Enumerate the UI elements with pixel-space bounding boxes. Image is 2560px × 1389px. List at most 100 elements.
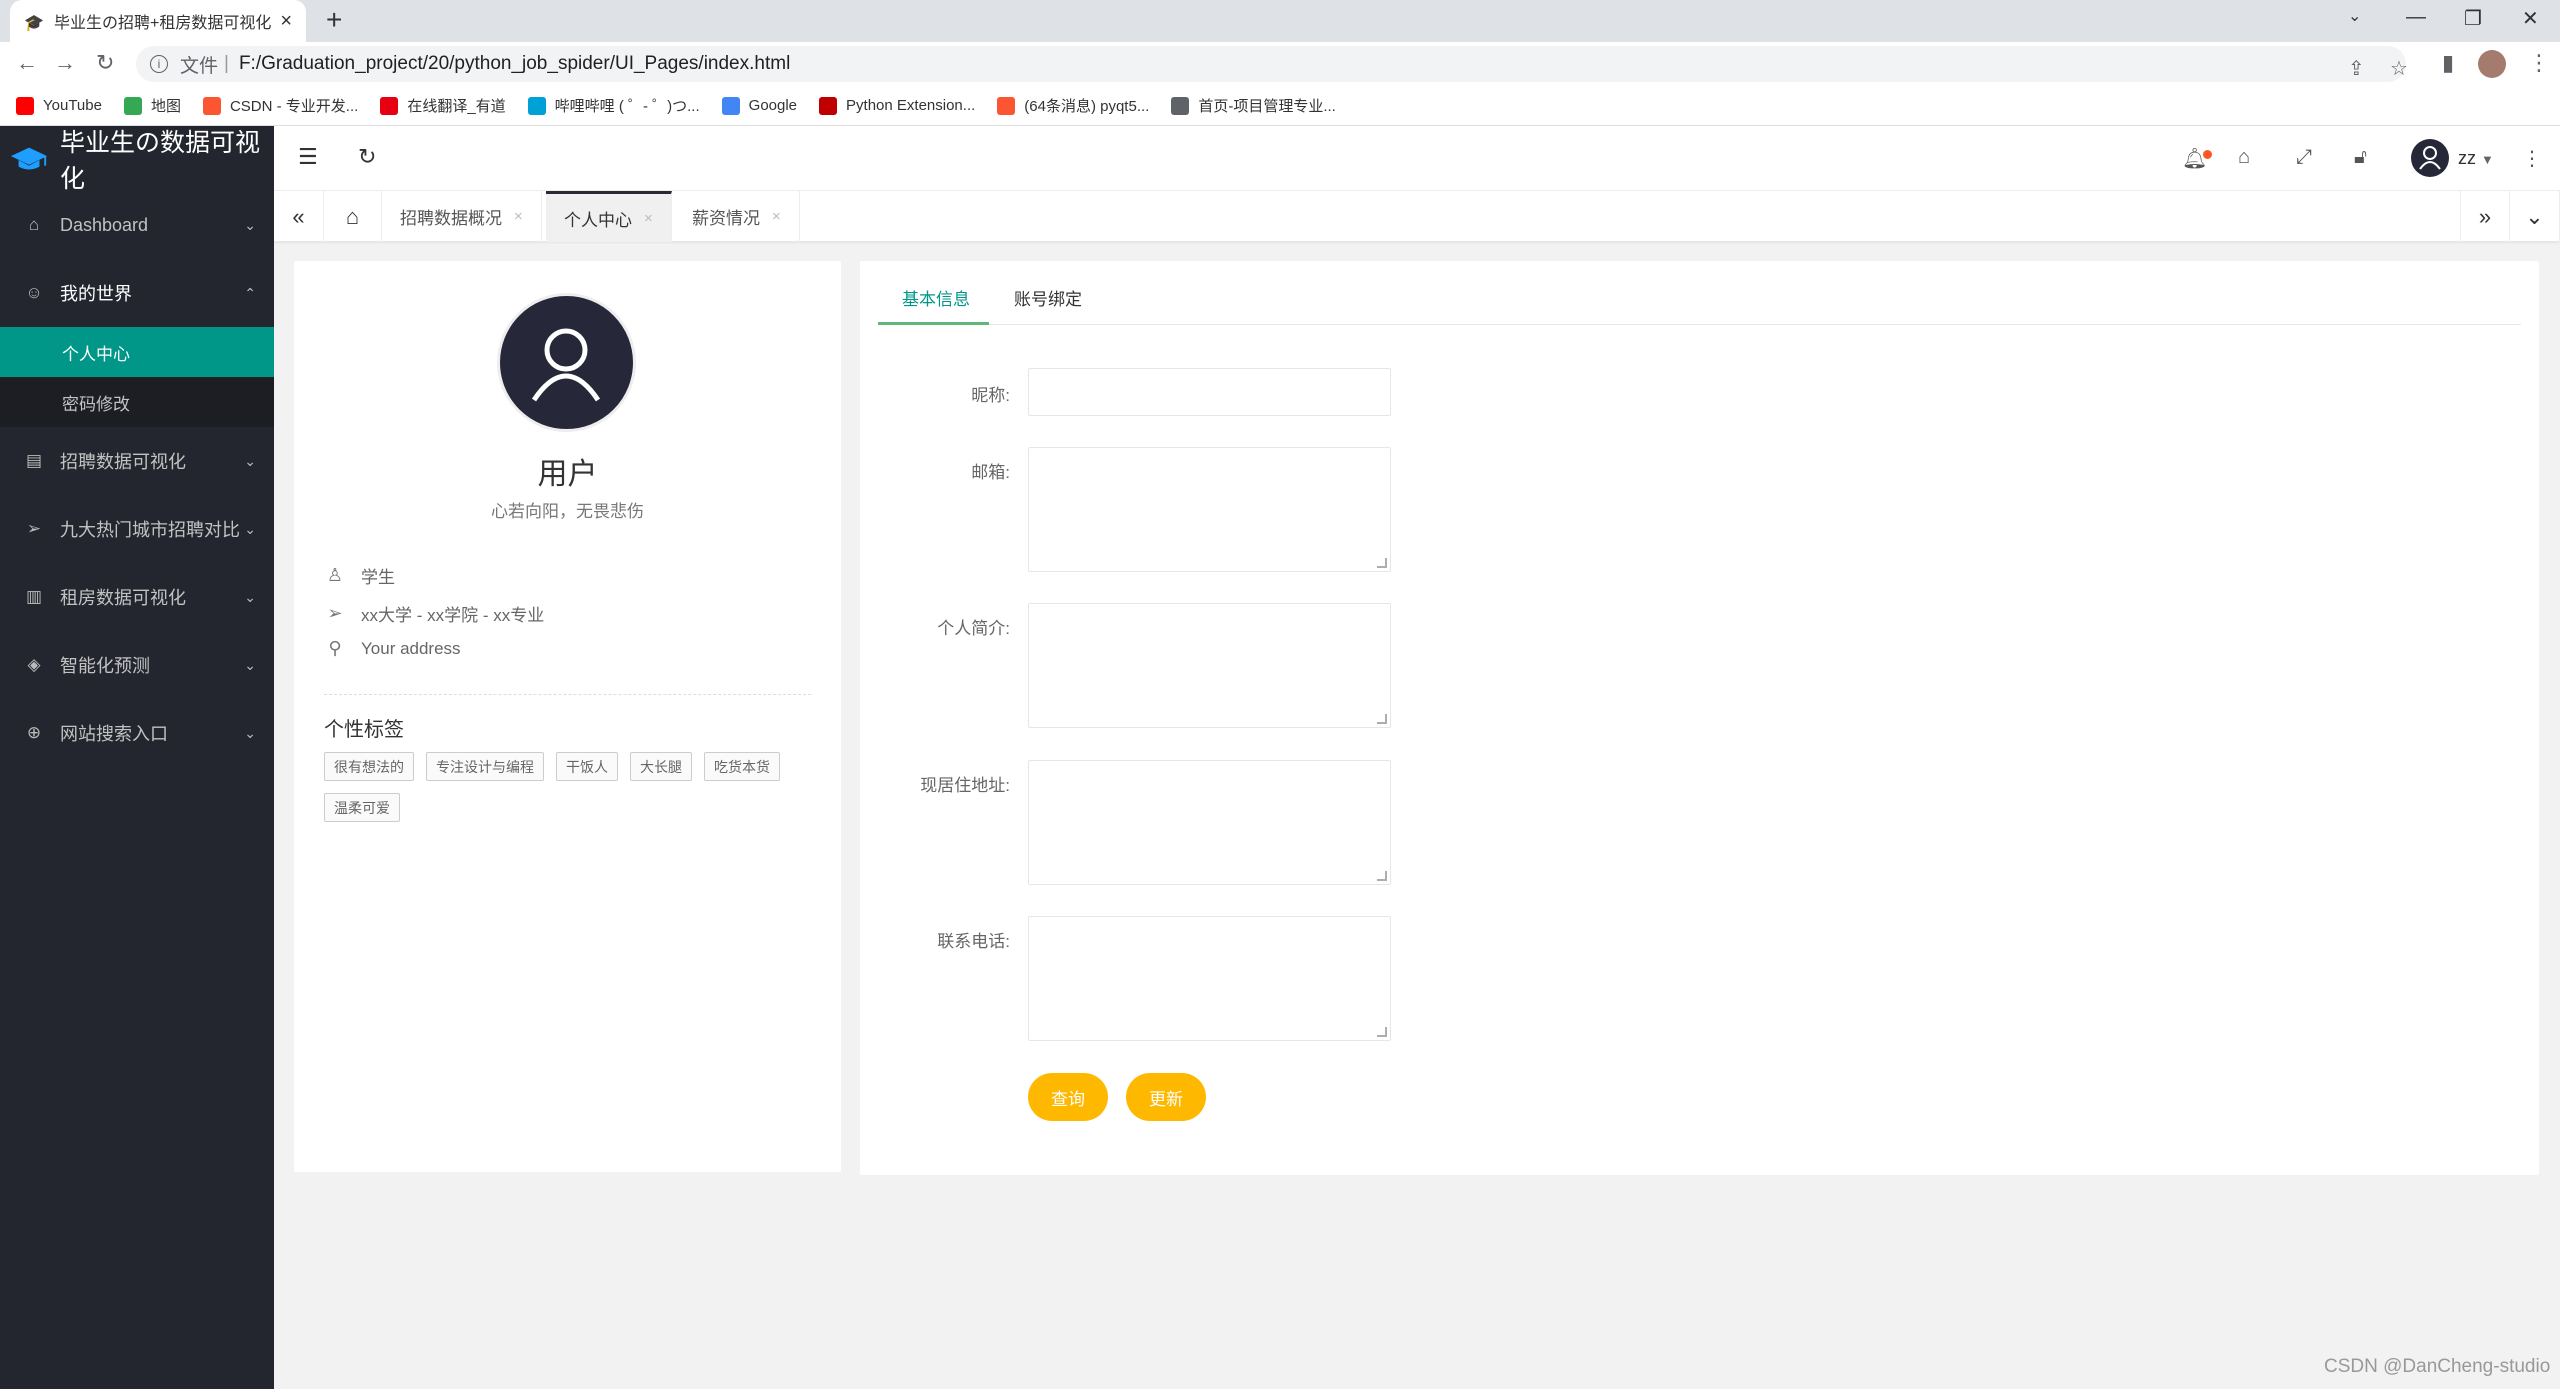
address-url[interactable]: F:/Graduation_project/20/python_job_spid… (239, 53, 790, 75)
sidebar-item-label: 租房数据可视化 (60, 588, 186, 608)
double-chevron-right-icon: » (2478, 203, 2492, 229)
python-ext-icon (819, 96, 838, 115)
restore-button[interactable]: ❐ (2464, 6, 2482, 31)
bookmark-item[interactable]: 首页-项目管理专业... (1171, 95, 1336, 116)
maps-icon (123, 96, 142, 115)
email-textarea[interactable] (1028, 447, 1391, 572)
tags-title: 个性标签 (324, 719, 404, 741)
query-button[interactable]: 查询 (1028, 1073, 1108, 1121)
bell-icon[interactable]: 🔔︎ (2182, 146, 2207, 171)
sidebar-item-site-search[interactable]: ⊕ 网站搜索入口 ⌄ (0, 699, 274, 767)
tab-options-button[interactable]: ⌄ (2510, 191, 2560, 242)
chevron-up-icon: ⌃ (244, 284, 256, 301)
profile-tag: 专注设计与编程 (426, 752, 544, 781)
csdn-icon (997, 96, 1016, 115)
sidebar-item-label: 智能化预测 (60, 656, 150, 676)
sidebar-item-city-comparison[interactable]: ➢ 九大热门城市招聘对比 ⌄ (0, 495, 274, 563)
browser-menu-icon[interactable]: ⋮ (2528, 50, 2550, 76)
tab-account-binding[interactable]: 账号绑定 (1014, 285, 1082, 310)
update-button[interactable]: 更新 (1126, 1073, 1206, 1121)
side-panel-icon[interactable]: ▮ (2442, 50, 2454, 76)
profile-avatar (497, 293, 636, 432)
forward-icon[interactable]: → (54, 50, 76, 76)
bookmark-item[interactable]: (64条消息) pyqt5... (997, 95, 1149, 116)
close-icon[interactable]: × (772, 208, 781, 225)
chevron-down-icon: ⌄ (244, 656, 256, 673)
lock-icon[interactable]: 🔓︎ (2354, 146, 2367, 169)
form-icon: ▤ (25, 451, 43, 470)
close-icon[interactable]: × (514, 208, 523, 225)
csdn-icon (202, 96, 221, 115)
address-bar[interactable]: i 文件 | F:/Graduation_project/20/python_j… (136, 46, 2408, 82)
user-icon (2419, 146, 2441, 170)
close-tab-icon[interactable]: × (280, 10, 292, 33)
graduation-cap-icon (10, 147, 48, 169)
profile-tag: 大长腿 (630, 752, 692, 781)
reload-icon[interactable]: ↻ (96, 50, 114, 76)
chevron-down-icon: ⌄ (244, 588, 256, 605)
sidebar-item-label: 我的世界 (60, 284, 132, 304)
bookmark-item[interactable]: YouTube (16, 96, 102, 115)
more-icon[interactable]: ⋮ (2522, 146, 2542, 171)
scroll-tabs-right-button[interactable]: » (2460, 191, 2510, 242)
page-tab-salary[interactable]: 薪资情况 × (674, 191, 800, 242)
bookmark-item[interactable]: Google (721, 96, 797, 115)
tab-basic-info[interactable]: 基本信息 (902, 285, 970, 310)
profile-tag: 很有想法的 (324, 752, 414, 781)
browser-profile-avatar[interactable] (2478, 50, 2506, 78)
bookmark-label: 地图 (150, 98, 181, 115)
new-tab-button[interactable]: + (326, 4, 342, 36)
sidebar-item-label: Dashboard (60, 214, 149, 235)
tag-icon[interactable]: ⌂ (2238, 146, 2250, 169)
sidebar-item-change-password[interactable]: 密码修改 (0, 377, 274, 427)
scroll-tabs-left-button[interactable]: « (274, 191, 324, 242)
chevron-down-icon: ⌄ (244, 724, 256, 741)
share-icon[interactable]: ⇪ (2348, 56, 2365, 81)
bookmark-star-icon[interactable]: ☆ (2390, 56, 2408, 81)
bookmark-label: 哔哩哔哩 ( ゜- ゜)つ... (554, 98, 700, 115)
sidebar-item-prediction[interactable]: ◈ 智能化预测 ⌄ (0, 631, 274, 699)
minimize-button[interactable]: — (2406, 6, 2426, 29)
profile-motto: 心若向阳，无畏悲伤 (491, 502, 644, 521)
phone-textarea[interactable] (1028, 916, 1391, 1041)
profile-tag: 干饭人 (556, 752, 618, 781)
collapse-menu-icon[interactable]: ☰ (298, 144, 318, 170)
fullscreen-icon[interactable]: ⤢ (2296, 146, 2312, 169)
user-avatar[interactable] (2411, 139, 2449, 177)
sidebar-item-dashboard[interactable]: ⌂ Dashboard ⌄ (0, 191, 274, 259)
page-tab-personal-center[interactable]: 个人中心 × (546, 191, 672, 242)
sidebar-item-personal-center[interactable]: 个人中心 (0, 327, 274, 377)
bookmark-item[interactable]: 在线翻译_有道 (380, 95, 506, 116)
bookmark-item[interactable]: 哔哩哔哩 ( ゜- ゜)つ... (527, 95, 700, 116)
close-icon[interactable]: × (644, 210, 653, 227)
submenu-my-world: 个人中心 密码修改 (0, 327, 274, 427)
form-tabs: 基本信息 账号绑定 (878, 261, 2521, 325)
sidebar-item-job-visualization[interactable]: ▤ 招聘数据可视化 ⌄ (0, 427, 274, 495)
user-name: zz (2458, 148, 2476, 168)
app-logo[interactable]: 毕业生の数据可视化 (0, 126, 274, 193)
bookmark-label: (64条消息) pyqt5... (1024, 98, 1150, 115)
info-icon[interactable]: i (150, 55, 168, 73)
sidebar-item-my-world[interactable]: ☺ 我的世界 ⌃ (0, 259, 274, 327)
page-tab-label: 个人中心 (564, 210, 632, 230)
browser-tab[interactable]: 🎓 毕业生の招聘+租房数据可视化系 × (10, 0, 306, 42)
sidebar-item-rental-visualization[interactable]: ▥ 租房数据可视化 ⌄ (0, 563, 274, 631)
back-icon[interactable]: ← (16, 50, 38, 76)
globe-icon (1171, 96, 1190, 115)
home-tab-button[interactable]: ⌂ (324, 191, 382, 242)
address-bar-row: ← → ↻ i 文件 | F:/Graduation_project/20/py… (0, 42, 2560, 86)
bio-textarea[interactable] (1028, 603, 1391, 728)
page-tab-job-overview[interactable]: 招聘数据概况 × (382, 191, 542, 242)
address-textarea[interactable] (1028, 760, 1391, 885)
bookmark-item[interactable]: 地图 (123, 95, 181, 116)
bookmark-item[interactable]: CSDN - 专业开发... (202, 95, 358, 116)
tab-search-icon[interactable]: ⌄ (2348, 6, 2361, 26)
bookmarks-bar: YouTube 地图 CSDN - 专业开发... 在线翻译_有道 哔哩哔哩 ( ゜- … (0, 86, 2560, 126)
refresh-icon[interactable]: ↻ (358, 144, 376, 170)
double-chevron-left-icon: « (292, 203, 305, 229)
close-window-button[interactable]: ✕ (2522, 6, 2539, 31)
nickname-input[interactable] (1028, 368, 1391, 416)
bookmark-label: 在线翻译_有道 (407, 98, 506, 115)
bookmark-item[interactable]: Python Extension... (819, 96, 975, 115)
user-menu[interactable]: zz ▼ (2458, 148, 2494, 169)
